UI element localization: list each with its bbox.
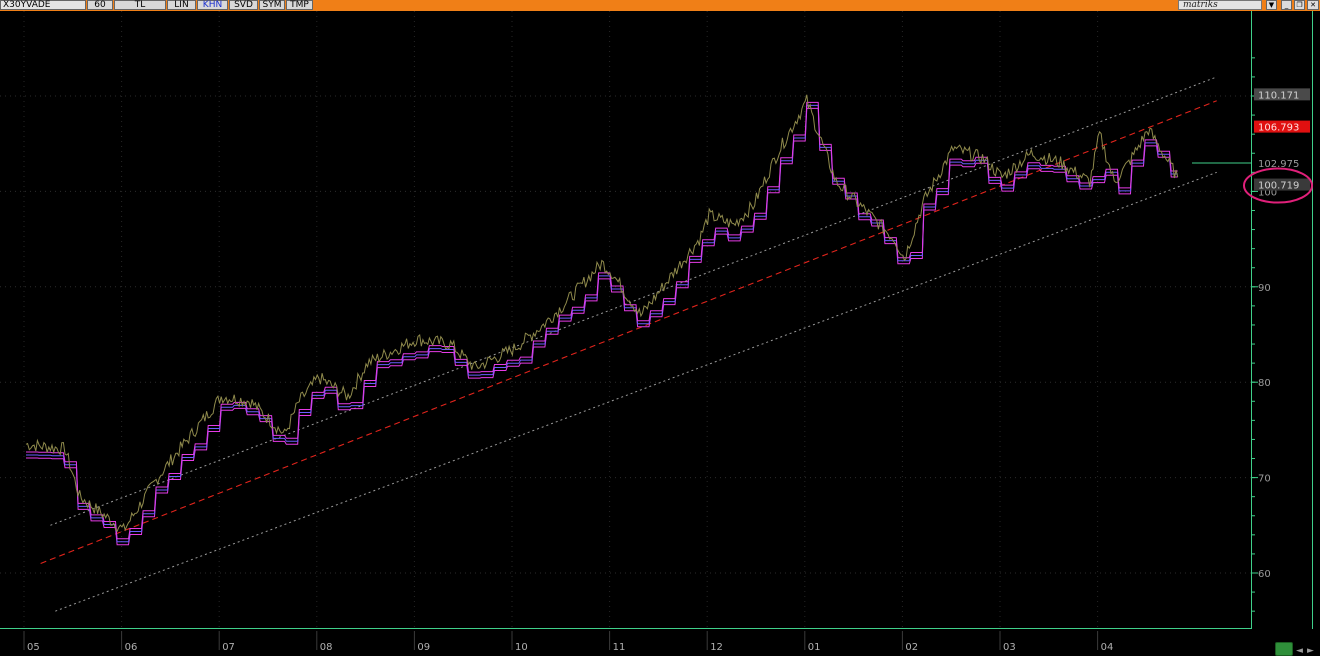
price-label-text: 106.793 <box>1258 123 1299 134</box>
y-tick-label: 90 <box>1258 283 1271 294</box>
y-tick-label: 70 <box>1258 474 1271 485</box>
band-upper <box>26 101 1178 540</box>
y-tick-label: 80 <box>1258 378 1271 389</box>
y-axis: 60708090100110 <box>1252 57 1277 612</box>
price-label-text: 110.171 <box>1258 90 1299 101</box>
channel-lines <box>40 76 1217 612</box>
band-middle <box>26 104 1178 543</box>
envelope-bands <box>26 101 1178 546</box>
grid-lines <box>0 11 1252 629</box>
price-labels: 110.171106.793102.975100.719 <box>1243 88 1313 204</box>
band-lower <box>26 107 1178 546</box>
price-series <box>25 94 1252 533</box>
trend-line <box>50 76 1217 526</box>
trend-line <box>55 171 1217 612</box>
refresh-icon[interactable] <box>1275 642 1293 656</box>
price-chart: 60708090100110 050607080910111201020304 … <box>0 11 1313 653</box>
status-bar: ◄ ► <box>0 631 1320 656</box>
y-tick-label: 60 <box>1258 569 1271 580</box>
price-label-text: 100.719 <box>1258 181 1299 192</box>
